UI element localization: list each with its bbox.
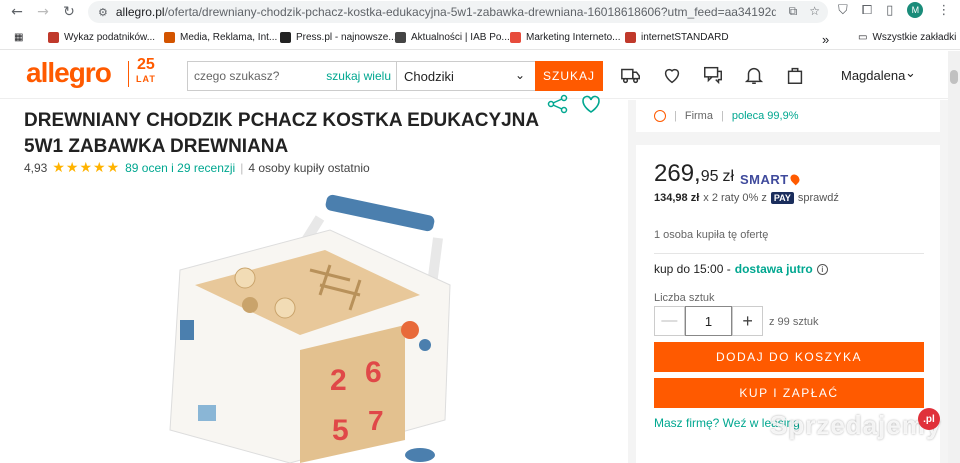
- search-input[interactable]: czego szukasz? szukaj wielu: [187, 61, 397, 91]
- bought-info: 1 osoba kupiła tę ofertę: [654, 229, 769, 241]
- more-bookmarks-icon[interactable]: »: [822, 32, 829, 47]
- extension-icon[interactable]: ⛉: [838, 3, 848, 18]
- search-many-link[interactable]: szukaj wielu: [326, 69, 391, 83]
- svg-text:6: 6: [365, 356, 382, 389]
- recent-buyers: 4 osoby kupiły ostatnio: [248, 161, 370, 175]
- all-bookmarks[interactable]: ▭ Wszystkie zakładki: [858, 32, 956, 43]
- forward-icon[interactable]: →: [32, 1, 54, 23]
- divider: [654, 253, 924, 254]
- price: 269,95 zł: [654, 160, 735, 187]
- bookmark-item[interactable]: Aktualności | IAB Po...: [395, 32, 510, 43]
- favicon-icon: [625, 32, 636, 43]
- allegro-pay-icon: PAY: [770, 192, 794, 204]
- seller-recommend[interactable]: poleca 99,9%: [732, 110, 799, 122]
- site-header: allegro 25 LAT czego szukasz? szukaj wiel…: [0, 51, 960, 99]
- address-bar[interactable]: ⚙ allegro.pl/oferta/drewniany-chodzik-pc…: [88, 1, 828, 23]
- profile-avatar[interactable]: M: [907, 2, 924, 18]
- site-info-icon[interactable]: ⚙: [98, 6, 108, 19]
- apps-grid-icon[interactable]: ▦: [14, 32, 23, 43]
- quantity-label: Liczba sztuk: [654, 292, 715, 304]
- rating-value: 4,93: [24, 161, 48, 175]
- favicon-icon: [280, 32, 291, 43]
- bookmark-item[interactable]: Media, Reklama, Int...: [164, 32, 277, 43]
- extensions-puzzle-icon[interactable]: ⧠: [862, 3, 872, 18]
- category-select[interactable]: Chodziki ⌄: [396, 61, 536, 91]
- seller-info: | Firma | poleca 99,9%: [654, 110, 799, 122]
- smart-badge: SMART: [740, 172, 802, 187]
- info-icon[interactable]: i: [816, 263, 828, 275]
- user-menu[interactable]: Magdalena: [841, 68, 905, 83]
- logo-divider: [128, 61, 129, 87]
- screen-cast-icon[interactable]: ⧉: [789, 4, 798, 19]
- chrome-menu-icon[interactable]: ⋮: [937, 3, 950, 18]
- delivery-truck-icon[interactable]: [620, 64, 642, 86]
- svg-text:5: 5: [332, 414, 349, 447]
- bookmark-star-icon[interactable]: ☆: [809, 4, 820, 19]
- scrollbar[interactable]: [948, 51, 960, 463]
- bookmark-item[interactable]: Marketing Interneto...: [510, 32, 621, 43]
- bell-icon[interactable]: [743, 64, 765, 86]
- favicon-icon: [48, 32, 59, 43]
- increment-button[interactable]: +: [732, 307, 762, 335]
- stock-info: z 99 sztuk: [769, 316, 819, 328]
- favicon-icon: [510, 32, 521, 43]
- bookmarks-bar: ▦ Wykaz podatników... Media, Reklama, In…: [0, 26, 960, 50]
- favicon-icon: [164, 32, 175, 43]
- messages-icon[interactable]: [702, 64, 724, 86]
- favicon-icon: [395, 32, 406, 43]
- watermark: Sprzedajemy: [770, 410, 942, 440]
- check-installment-link[interactable]: sprawdź: [798, 192, 839, 204]
- favorite-heart-icon[interactable]: [580, 94, 602, 114]
- add-to-cart-button[interactable]: DODAJ DO KOSZYKA: [654, 342, 924, 372]
- product-image[interactable]: 2 6 5 7: [160, 190, 460, 463]
- bookmark-item[interactable]: internetSTANDARD: [625, 32, 729, 43]
- reload-icon[interactable]: ↻: [58, 1, 80, 23]
- anniversary-badge: 25 LAT: [136, 56, 156, 85]
- quantity-input[interactable]: 1: [684, 306, 733, 336]
- allegro-logo[interactable]: allegro: [26, 57, 112, 89]
- reviews-link[interactable]: 89 ocen i 29 recenzji: [125, 161, 235, 175]
- watermark-badge: .pl: [918, 408, 940, 430]
- bookmark-item[interactable]: Press.pl - najnowsze...: [280, 32, 397, 43]
- search-button[interactable]: SZUKAJ: [535, 61, 603, 91]
- decrement-button[interactable]: —: [655, 307, 685, 335]
- browser-toolbar: ← → ↻ ⚙ allegro.pl/oferta/drewniany-chod…: [0, 0, 960, 24]
- seller-badge-icon: [654, 110, 666, 122]
- quantity-stepper: — 1 +: [654, 306, 763, 336]
- svg-text:2: 2: [330, 364, 347, 397]
- sidebar-icon[interactable]: ▯: [886, 3, 893, 18]
- bookmark-item[interactable]: Wykaz podatników...: [48, 32, 155, 43]
- folder-icon: ▭: [858, 32, 868, 43]
- chevron-down-icon[interactable]: ⌄: [905, 66, 916, 81]
- rating-row: 4,93 ★★★★★ 89 ocen i 29 recenzji | 4 oso…: [24, 160, 370, 176]
- delivery-info: kup do 15:00 - dostawa jutro i: [654, 262, 828, 276]
- cart-bag-icon[interactable]: [784, 64, 806, 86]
- heart-icon[interactable]: [661, 64, 683, 86]
- installment-info: 134,98 zł x 2 raty 0% z PAY sprawdź: [654, 192, 839, 204]
- scrollbar-thumb[interactable]: [950, 70, 958, 84]
- separator: |: [240, 161, 244, 175]
- url-text[interactable]: allegro.pl/oferta/drewniany-chodzik-pcha…: [116, 5, 776, 19]
- svg-text:7: 7: [368, 405, 384, 436]
- chevron-down-icon: ⌄: [514, 68, 525, 82]
- rating-stars-icon: ★★★★★: [52, 160, 121, 176]
- share-icon[interactable]: [546, 94, 570, 114]
- back-icon[interactable]: ←: [6, 1, 28, 23]
- buy-now-button[interactable]: KUP I ZAPŁAĆ: [654, 378, 924, 408]
- product-title: DREWNIANY CHODZIK PCHACZ KOSTKA EDUKACYJ…: [24, 110, 539, 157]
